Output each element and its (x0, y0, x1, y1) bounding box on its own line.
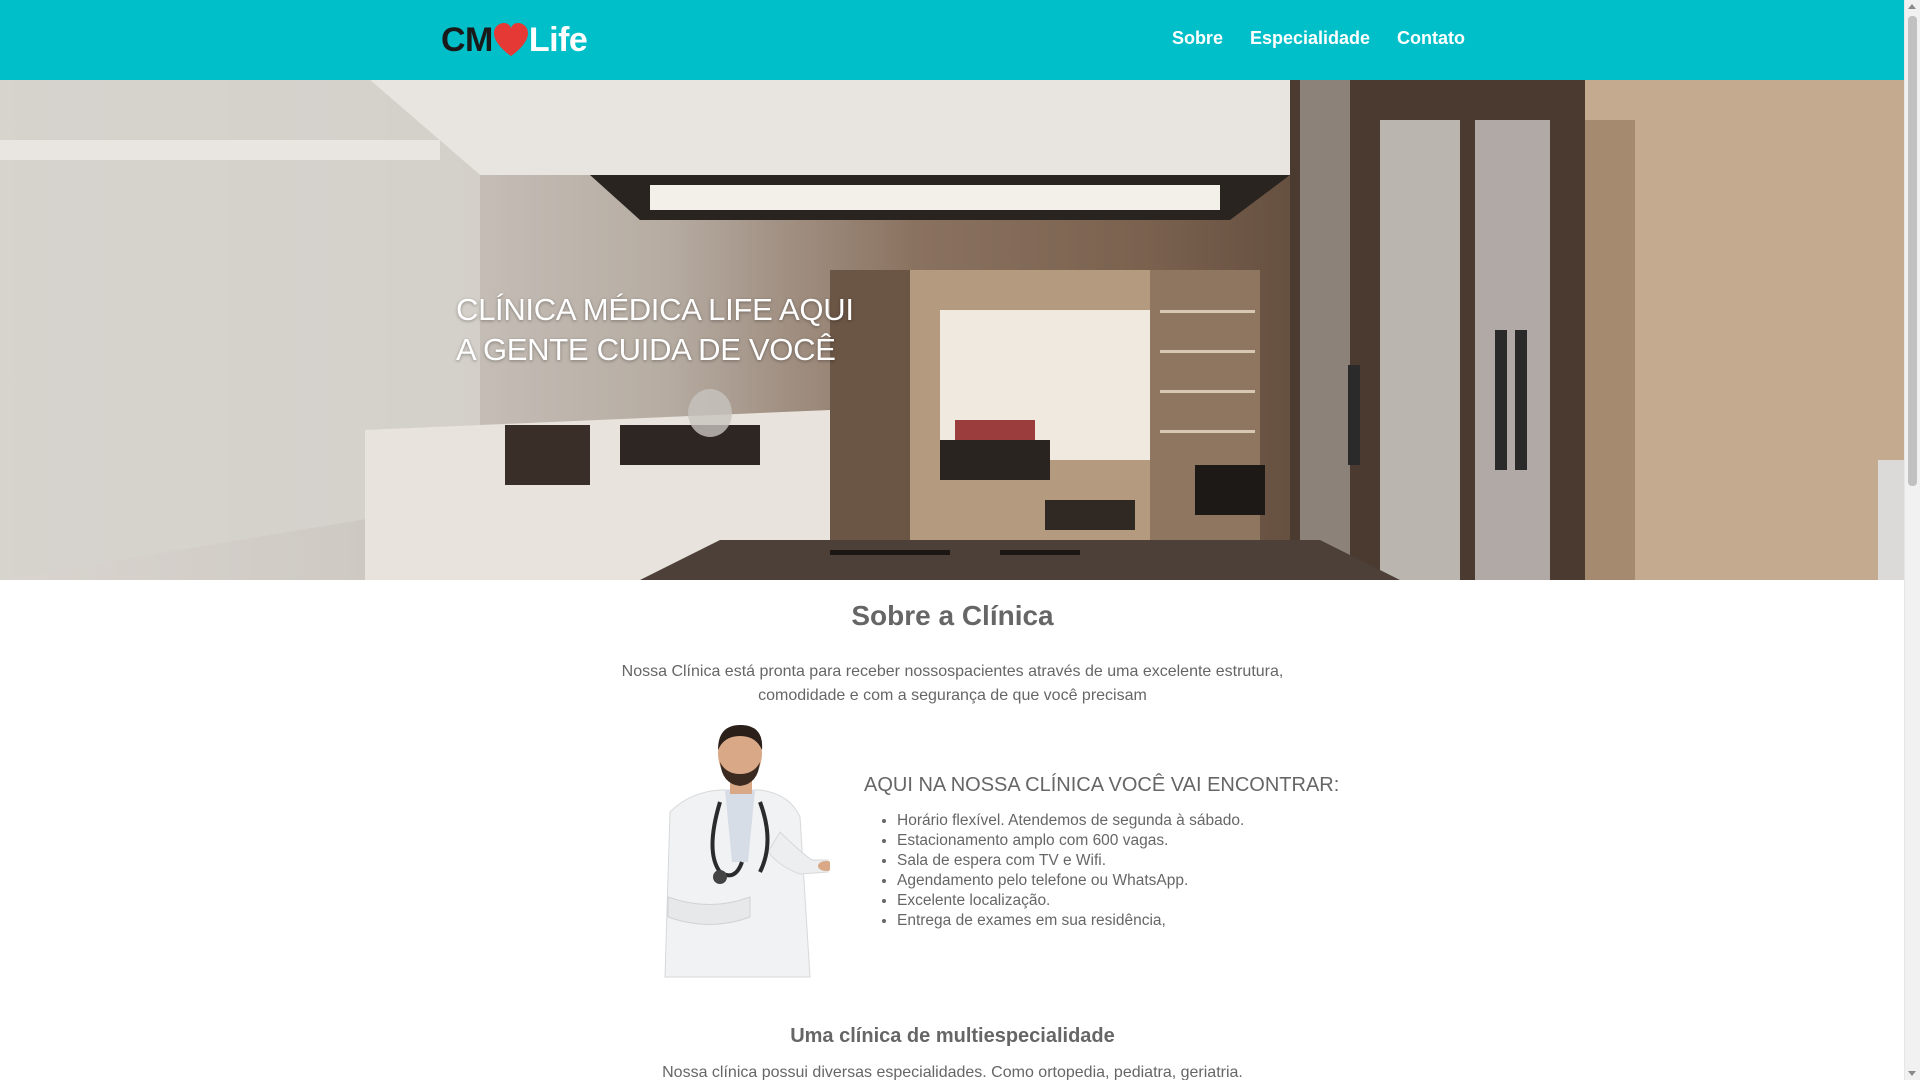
scroll-down-icon[interactable] (1908, 1071, 1916, 1076)
heart-icon (493, 23, 528, 56)
features-section: AQUI NA NOSSA CLÍNICA VOCÊ VAI ENCONTRAR… (864, 774, 1364, 931)
feature-item: Excelente localização. (897, 891, 1364, 911)
feature-item: Horário flexível. Atendemos de segunda à… (897, 811, 1364, 831)
feature-item: Entrega de exames em sua residência, (897, 911, 1364, 931)
logo-text-life: Life (528, 20, 588, 59)
nav-link-contato[interactable]: Contato (1397, 28, 1465, 49)
nav-link-especialidade[interactable]: Especialidade (1250, 28, 1370, 49)
about-title: Sobre a Clínica (851, 600, 1054, 631)
feature-item: Estacionamento amplo com 600 vagas. (897, 831, 1364, 851)
specialties-description: Nossa clínica possui diversas especialid… (662, 1064, 1243, 1080)
page-scrollbar[interactable] (1904, 0, 1920, 1080)
main-nav: Sobre Especialidade Contato (1172, 28, 1465, 49)
features-list: Horário flexível. Atendemos de segunda à… (864, 811, 1364, 931)
logo-text-cm: CM (441, 20, 493, 59)
hero-title: CLÍNICA MÉDICA LIFE AQUI A GENTE CUIDA D… (456, 290, 854, 370)
specialties-title: Uma clínica de multiespecialidade (790, 1025, 1115, 1047)
about-description: Nossa Clínica está pronta para receber n… (621, 663, 1284, 704)
doctor-image (664, 724, 830, 978)
clinic-lobby-image (0, 80, 1905, 580)
feature-item: Agendamento pelo telefone ou WhatsApp. (897, 871, 1364, 891)
site-header: CM Life Sobre Especialidade Contato (0, 0, 1905, 80)
brand-logo[interactable]: CM Life (441, 18, 588, 62)
feature-item: Sala de espera com TV e Wifi. (897, 851, 1364, 871)
hero-title-line-1: CLÍNICA MÉDICA LIFE AQUI (456, 292, 854, 327)
features-title: AQUI NA NOSSA CLÍNICA VOCÊ VAI ENCONTRAR… (864, 774, 1340, 796)
hero-title-line-2: A GENTE CUIDA DE VOCÊ (456, 332, 836, 367)
scroll-up-icon[interactable] (1908, 4, 1916, 9)
nav-link-sobre[interactable]: Sobre (1172, 28, 1223, 49)
scrollbar-thumb[interactable] (1908, 16, 1917, 486)
hero-banner: CLÍNICA MÉDICA LIFE AQUI A GENTE CUIDA D… (0, 80, 1905, 580)
page: CM Life Sobre Especialidade Contato CLÍN… (0, 0, 1905, 1080)
